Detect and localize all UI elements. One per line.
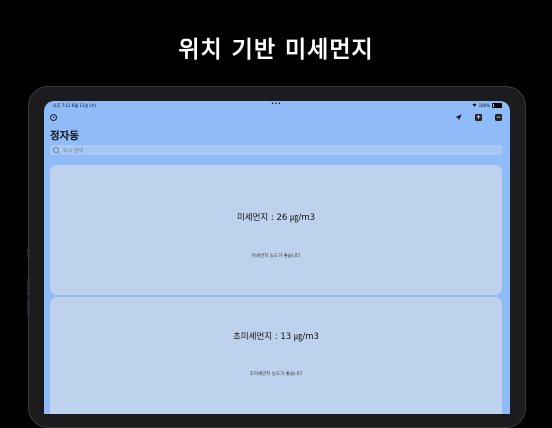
side-button: [27, 249, 30, 257]
search-placeholder: 도시 검색: [63, 147, 83, 154]
search-icon: [53, 147, 59, 153]
search-field[interactable]: 도시 검색: [50, 145, 502, 155]
pm10-description: 미세먼지 농도가 좋습니다: [251, 254, 301, 259]
volume-down-button: [27, 299, 30, 315]
status-bar: 오후 7:11 6월 11일 (수) ••• 100%: [44, 101, 510, 109]
minus-square-icon: −: [495, 114, 502, 121]
pm25-description: 초미세먼지 농도가 좋습니다: [249, 372, 303, 377]
add-button[interactable]: +: [475, 114, 482, 121]
location-arrow-icon: [455, 114, 462, 121]
promo-headline: 위치 기반 미세먼지: [178, 37, 374, 63]
app-screen: 오후 7:11 6월 11일 (수) ••• 100% + − 정자동 도시 검…: [44, 101, 510, 414]
wifi-icon: [472, 103, 477, 107]
multitasking-dots[interactable]: •••: [271, 101, 281, 107]
status-time: 오후 7:11 6월 11일 (수): [53, 102, 97, 108]
battery-percent: 100%: [478, 102, 490, 108]
menu-button[interactable]: −: [495, 114, 502, 121]
status-right: 100%: [472, 102, 502, 108]
pm10-value: 미세먼지 : 26 ㎍/m3: [236, 213, 316, 223]
battery-icon: [492, 102, 502, 108]
pm10-card: 미세먼지 : 26 ㎍/m3 미세먼지 농도가 좋습니다: [50, 165, 502, 295]
play-circle-icon: [50, 114, 57, 121]
pm25-value: 초미세먼지 : 13 ㎍/m3: [233, 332, 319, 342]
volume-up-button: [27, 279, 30, 295]
location-title: 정자동: [50, 130, 79, 142]
pm25-card: 초미세먼지 : 13 ㎍/m3 초미세먼지 농도가 좋습니다: [50, 297, 502, 414]
location-button[interactable]: [455, 114, 462, 121]
plus-square-icon: +: [475, 114, 482, 121]
play-circle-button[interactable]: [50, 114, 57, 121]
